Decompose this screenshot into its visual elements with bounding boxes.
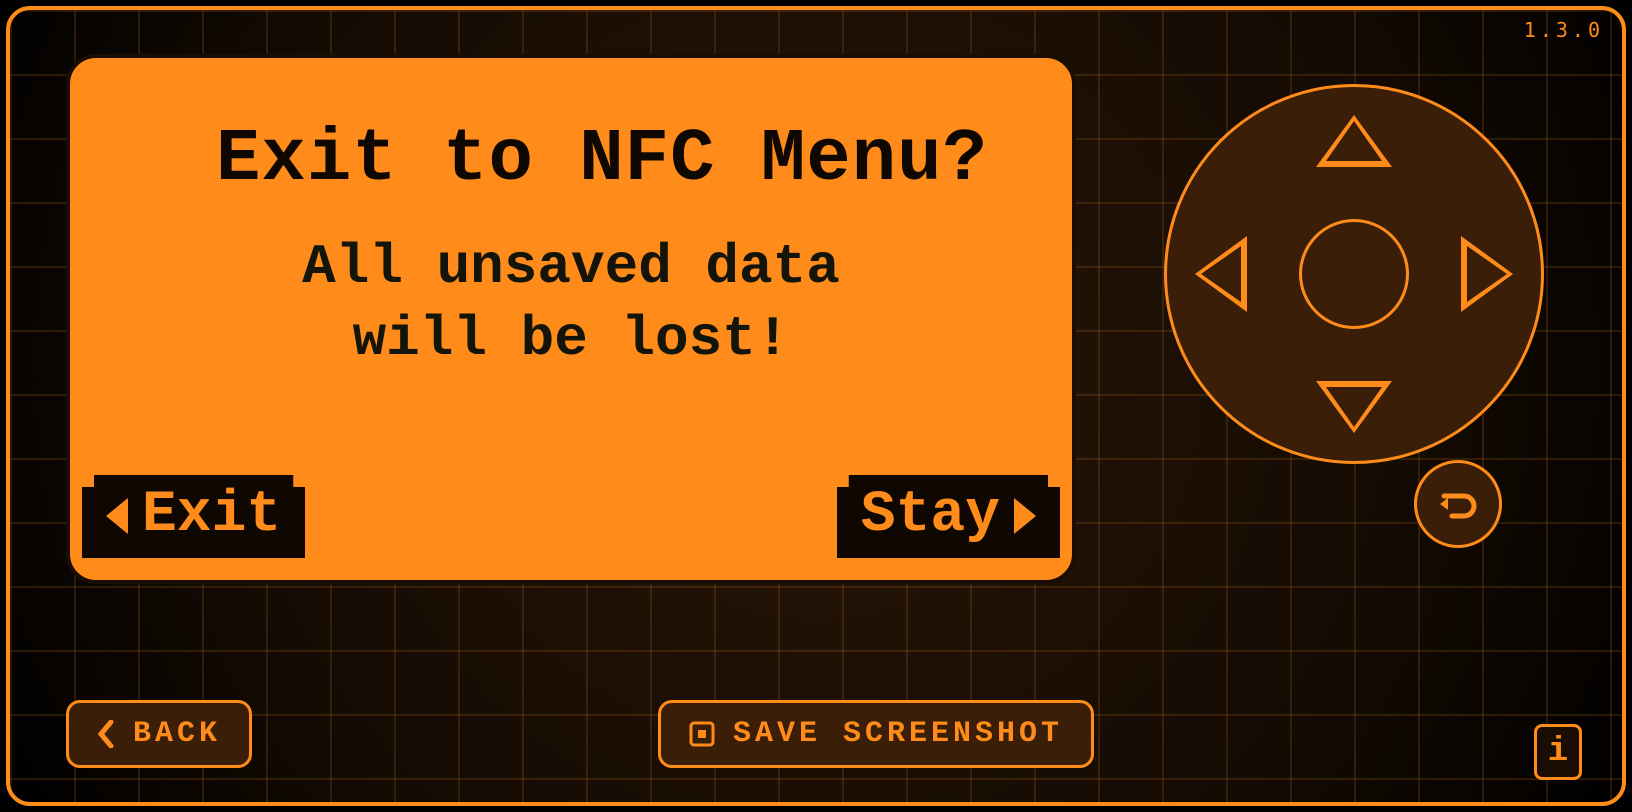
info-button[interactable]: i bbox=[1534, 724, 1582, 780]
undo-button[interactable] bbox=[1414, 460, 1502, 548]
save-screenshot-label: SAVE SCREENSHOT bbox=[733, 717, 1063, 751]
undo-icon bbox=[1434, 480, 1482, 528]
dpad-right-button[interactable] bbox=[1461, 236, 1513, 312]
dialog-line-1: All unsaved data bbox=[302, 235, 840, 299]
app-frame: 1.3.0 Exit to NFC Menu? All unsaved data… bbox=[6, 6, 1626, 806]
triangle-right-icon bbox=[1014, 498, 1036, 534]
save-screenshot-button[interactable]: SAVE SCREENSHOT bbox=[658, 700, 1094, 768]
info-icon: i bbox=[1548, 733, 1568, 771]
dpad-left-button[interactable] bbox=[1195, 236, 1247, 312]
dpad-up-button[interactable] bbox=[1316, 115, 1392, 167]
stay-button-label: Stay bbox=[861, 483, 1000, 548]
stay-button[interactable]: Stay bbox=[837, 475, 1060, 558]
dialog-title: Exit to NFC Menu? bbox=[216, 118, 1036, 202]
dpad bbox=[1164, 84, 1544, 464]
exit-button[interactable]: Exit bbox=[82, 475, 305, 558]
chevron-left-icon bbox=[97, 720, 115, 748]
back-button[interactable]: BACK bbox=[66, 700, 252, 768]
back-button-label: BACK bbox=[133, 717, 221, 751]
save-icon bbox=[689, 721, 715, 747]
exit-confirm-dialog: Exit to NFC Menu? All unsaved data will … bbox=[66, 54, 1076, 584]
version-label: 1.3.0 bbox=[1524, 18, 1604, 42]
dpad-down-button[interactable] bbox=[1316, 381, 1392, 433]
exit-button-label: Exit bbox=[142, 483, 281, 548]
dialog-line-2: will be lost! bbox=[353, 307, 790, 371]
dpad-center-button[interactable] bbox=[1299, 219, 1409, 329]
triangle-left-icon bbox=[106, 498, 128, 534]
